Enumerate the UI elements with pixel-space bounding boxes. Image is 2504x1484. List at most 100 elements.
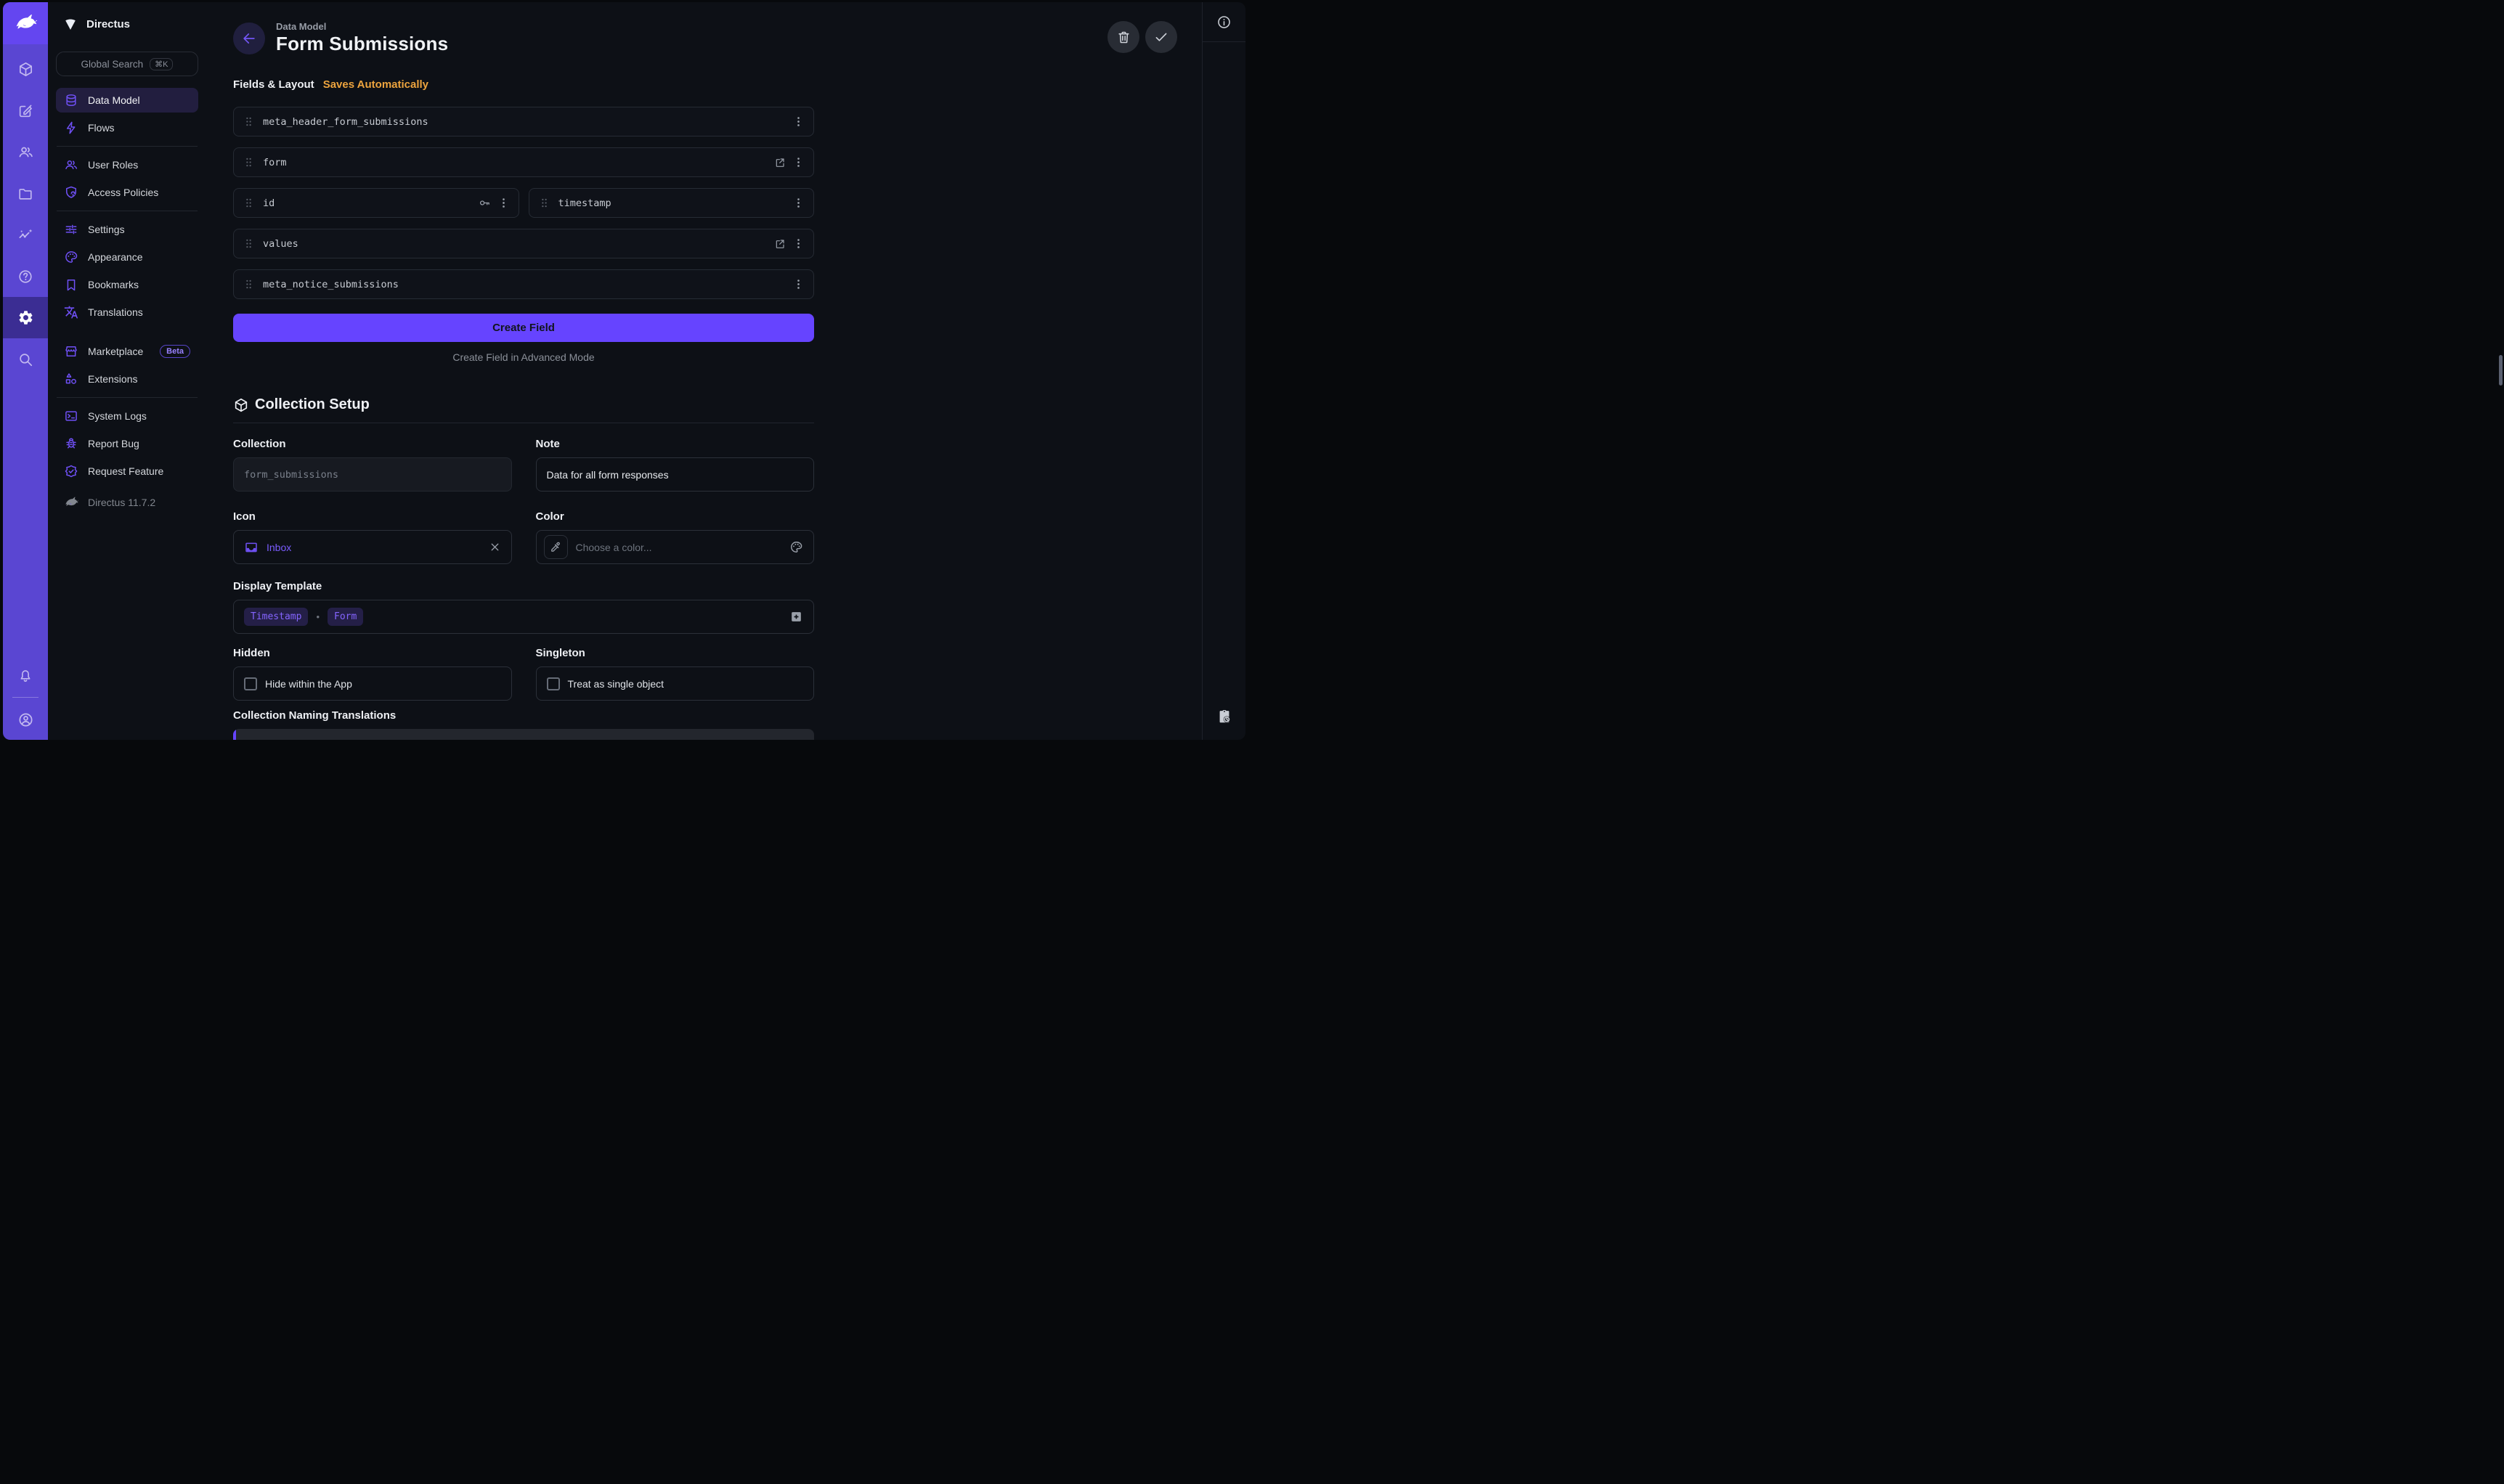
close-icon — [489, 541, 501, 553]
main-pane: Data Model Form Submissions Fields & Lay… — [206, 2, 1202, 740]
module-users[interactable] — [3, 131, 48, 173]
sidebar-item-appearance[interactable]: Appearance — [56, 245, 198, 269]
template-chip-form[interactable]: Form — [328, 608, 363, 626]
color-field-group: Color Choose a color... — [536, 510, 815, 564]
template-chip-timestamp[interactable]: Timestamp — [244, 608, 308, 626]
field-menu-button[interactable] — [792, 278, 805, 290]
add-field-to-template-button[interactable] — [789, 610, 803, 624]
field-row-meta-header[interactable]: meta_header_form_submissions — [233, 107, 814, 136]
module-docs[interactable] — [3, 256, 48, 297]
sidebar-item-access-policies[interactable]: Access Policies — [56, 180, 198, 205]
sidebar-item-translations[interactable]: Translations — [56, 300, 198, 325]
sidebar-info-button[interactable] — [1203, 2, 1245, 42]
delete-collection-button[interactable] — [1107, 21, 1139, 53]
eyedropper-icon — [550, 541, 562, 553]
create-field-button[interactable]: Create Field — [233, 314, 814, 342]
field-menu-button[interactable] — [497, 197, 510, 209]
field-row-form[interactable]: form — [233, 147, 814, 177]
sidebar-item-user-roles[interactable]: User Roles — [56, 152, 198, 177]
color-placeholder: Choose a color... — [576, 542, 652, 553]
module-editor[interactable] — [3, 90, 48, 131]
version-row[interactable]: Directus 11.7.2 — [48, 486, 206, 518]
field-row-meta-notice[interactable]: meta_notice_submissions — [233, 269, 814, 299]
drag-handle-icon[interactable] — [243, 197, 255, 209]
bookmark-icon — [64, 277, 78, 292]
sidebar-item-marketplace[interactable]: Marketplace Beta — [56, 339, 198, 364]
collection-label: Collection — [233, 438, 512, 450]
field-menu-button[interactable] — [792, 197, 805, 209]
sidebar-item-label: Extensions — [88, 373, 137, 385]
shapes-icon — [64, 372, 78, 386]
drag-handle-icon[interactable] — [538, 197, 550, 209]
sidebar-item-system-logs[interactable]: System Logs — [56, 404, 198, 428]
palette-picker-button[interactable] — [789, 540, 803, 554]
module-search[interactable] — [3, 338, 48, 380]
icon-color-row: Icon Inbox Color Choose a color... — [233, 510, 814, 564]
notifications-button[interactable] — [3, 654, 48, 696]
icon-input[interactable]: Inbox — [233, 530, 512, 564]
page-scrollbar-thumb[interactable] — [2499, 355, 2503, 386]
user-avatar-button[interactable] — [3, 699, 48, 740]
title-block: Data Model Form Submissions — [276, 21, 448, 55]
users-icon — [17, 144, 34, 160]
hidden-field-group: Hidden Hide within the App — [233, 647, 512, 701]
field-row-id[interactable]: id — [233, 188, 519, 218]
content-cube-icon — [17, 61, 34, 78]
hidden-toggle[interactable]: Hide within the App — [233, 666, 512, 701]
sidebar-item-report-bug[interactable]: Report Bug — [56, 431, 198, 456]
eyedropper-button[interactable] — [544, 535, 568, 559]
revisions-button[interactable] — [1203, 693, 1245, 740]
sidebar-item-request-feature[interactable]: Request Feature — [56, 459, 198, 484]
drag-handle-icon[interactable] — [243, 115, 255, 128]
sidebar-item-bookmarks[interactable]: Bookmarks — [56, 272, 198, 297]
field-menu-button[interactable] — [792, 237, 805, 250]
drag-handle-icon[interactable] — [243, 237, 255, 250]
sidebar-item-label: Report Bug — [88, 438, 139, 449]
fields-layout-heading: Fields & Layout Saves Automatically — [233, 78, 814, 91]
kebab-icon — [792, 237, 805, 250]
create-field-advanced-link[interactable]: Create Field in Advanced Mode — [233, 351, 814, 363]
nav-sidebar: Directus Global Search ⌘K Data Model Flo… — [48, 2, 206, 740]
singleton-toggle[interactable]: Treat as single object — [536, 666, 815, 701]
field-menu-button[interactable] — [792, 115, 805, 128]
nav-divider — [57, 397, 198, 398]
field-name: timestamp — [558, 197, 611, 209]
sidebar-item-label: User Roles — [88, 159, 138, 171]
drag-handle-icon[interactable] — [243, 278, 255, 290]
drag-handle-icon[interactable] — [243, 156, 255, 168]
storefront-icon — [64, 344, 78, 359]
global-search-input[interactable]: Global Search ⌘K — [56, 52, 198, 76]
version-label: Directus 11.7.2 — [88, 497, 155, 508]
bolt-icon — [64, 121, 78, 135]
sidebar-item-settings[interactable]: Settings — [56, 217, 198, 242]
field-menu-button[interactable] — [792, 156, 805, 168]
module-content[interactable] — [3, 49, 48, 90]
hidden-checkbox-label: Hide within the App — [265, 678, 352, 690]
module-files[interactable] — [3, 173, 48, 214]
breadcrumb[interactable]: Data Model — [276, 21, 448, 32]
save-button[interactable] — [1145, 21, 1177, 53]
back-button[interactable] — [233, 23, 265, 54]
field-row-values[interactable]: values — [233, 229, 814, 258]
singleton-checkbox[interactable] — [547, 677, 560, 690]
module-settings[interactable] — [3, 297, 48, 338]
open-relation-button[interactable] — [774, 238, 786, 250]
sidebar-item-extensions[interactable]: Extensions — [56, 367, 198, 391]
directus-logo[interactable] — [3, 2, 48, 44]
open-relation-button[interactable] — [774, 157, 786, 168]
collection-field-group: Collection form_submissions — [233, 438, 512, 492]
clear-icon-button[interactable] — [489, 541, 501, 553]
project-header[interactable]: Directus — [48, 2, 206, 33]
nav-divider — [57, 146, 198, 147]
display-template-input[interactable]: Timestamp • Form — [233, 600, 814, 634]
naming-translations-widget[interactable] — [233, 729, 814, 740]
hidden-checkbox[interactable] — [244, 677, 257, 690]
color-input[interactable]: Choose a color... — [536, 530, 815, 564]
note-input[interactable]: Data for all form responses — [536, 457, 815, 492]
hidden-label: Hidden — [233, 647, 512, 659]
sidebar-item-data-model[interactable]: Data Model — [56, 88, 198, 113]
sidebar-item-flows[interactable]: Flows — [56, 115, 198, 140]
field-row-timestamp[interactable]: timestamp — [529, 188, 815, 218]
translate-icon — [64, 305, 78, 319]
module-insights[interactable] — [3, 214, 48, 256]
